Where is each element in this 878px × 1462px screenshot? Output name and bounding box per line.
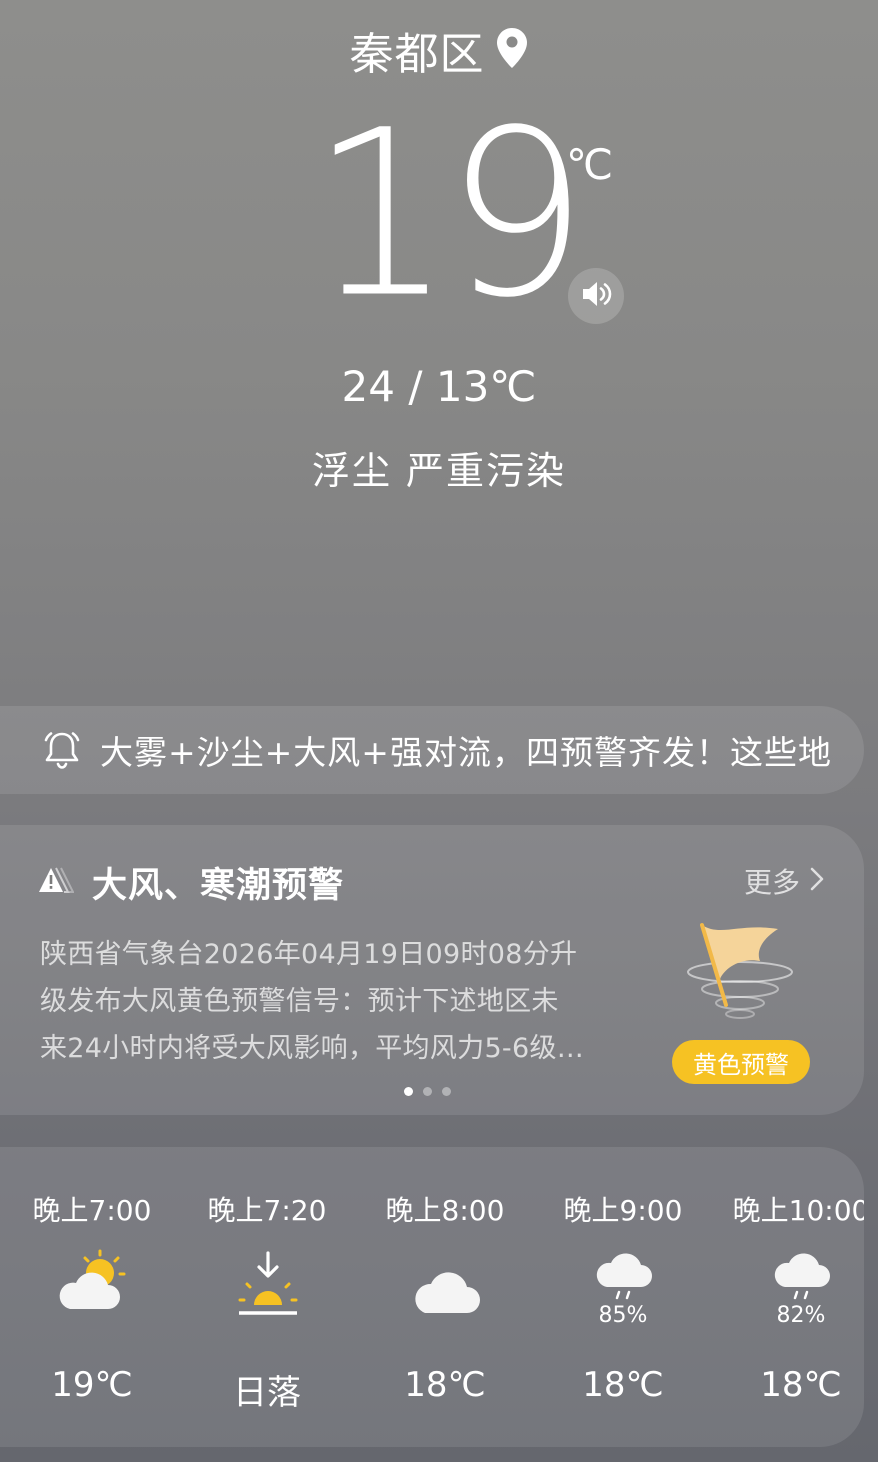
hour-time: 晚上9:00 <box>563 1194 683 1227</box>
current-temperature: 19 <box>310 81 588 349</box>
precip-chance: 85% <box>598 1303 648 1328</box>
page-indicator <box>404 1087 451 1096</box>
warning-level-badge: 黄色预警 <box>672 1040 810 1084</box>
partly-cloudy-sun-icon <box>48 1247 138 1327</box>
page-dot <box>423 1087 432 1096</box>
news-notice-banner[interactable]: 大雾+沙尘+大风+强对流，四预警齐发！这些地 <box>0 706 864 794</box>
chevron-right-icon <box>810 865 824 898</box>
warning-title: 大风、寒潮预警 <box>92 866 345 906</box>
weather-warning-card[interactable]: 大风、寒潮预警 更多 陕西省气象台2026年04月19日09时08分升 级发布大… <box>0 825 864 1115</box>
location-name: 秦都区 <box>349 29 485 80</box>
speaker-icon <box>580 279 612 313</box>
hour-time: 晚上10:00 <box>732 1194 864 1227</box>
wind-warning-flag-icon <box>680 917 805 1041</box>
warning-triangle-icon <box>38 866 75 900</box>
hour-value: 18℃ <box>760 1365 842 1405</box>
temperature-unit: ℃ <box>566 140 614 189</box>
temperature-range: 24 / 13℃ <box>341 362 537 411</box>
current-temperature-block: 19 ℃ <box>0 81 878 349</box>
more-label: 更多 <box>743 866 800 899</box>
warning-title-row: 大风、寒潮预警 <box>38 857 344 908</box>
speaker-button[interactable] <box>568 268 624 324</box>
page-dot-active <box>404 1087 413 1096</box>
hour-time: 晚上7:00 <box>32 1194 152 1227</box>
location-pin-icon <box>495 27 529 73</box>
hour-value: 18℃ <box>582 1365 664 1405</box>
precip-chance: 82% <box>776 1303 826 1328</box>
warning-description: 陕西省气象台2026年04月19日09时08分升 级发布大风黄色预警信号：预计下… <box>40 931 640 1072</box>
hourly-forecast-card[interactable]: 晚上7:00 19℃ 晚上7:20 日落 晚上8:00 18℃ 晚上9:00 8… <box>0 1147 864 1447</box>
warning-line: 来24小时内将受大风影响，平均风力5-6级… <box>40 1033 585 1064</box>
warning-line: 陕西省气象台2026年04月19日09时08分升 <box>40 939 578 970</box>
bell-icon <box>40 728 84 772</box>
warning-line: 级发布大风黄色预警信号：预计下述地区未 <box>40 986 559 1017</box>
notice-text: 大雾+沙尘+大风+强对流，四预警齐发！这些地 <box>100 733 832 772</box>
hour-value: 18℃ <box>404 1365 486 1405</box>
hour-time: 晚上7:20 <box>207 1194 327 1227</box>
hour-time: 晚上8:00 <box>385 1194 505 1227</box>
more-link[interactable]: 更多 <box>744 861 824 901</box>
sunset-icon <box>223 1247 313 1327</box>
location-header[interactable]: 秦都区 <box>0 18 878 82</box>
hour-value: 19℃ <box>51 1365 133 1405</box>
air-quality[interactable]: 浮尘 严重污染 <box>0 440 878 495</box>
cloudy-icon <box>401 1247 491 1327</box>
page-dot <box>442 1087 451 1096</box>
hour-value: 日落 <box>233 1373 301 1413</box>
